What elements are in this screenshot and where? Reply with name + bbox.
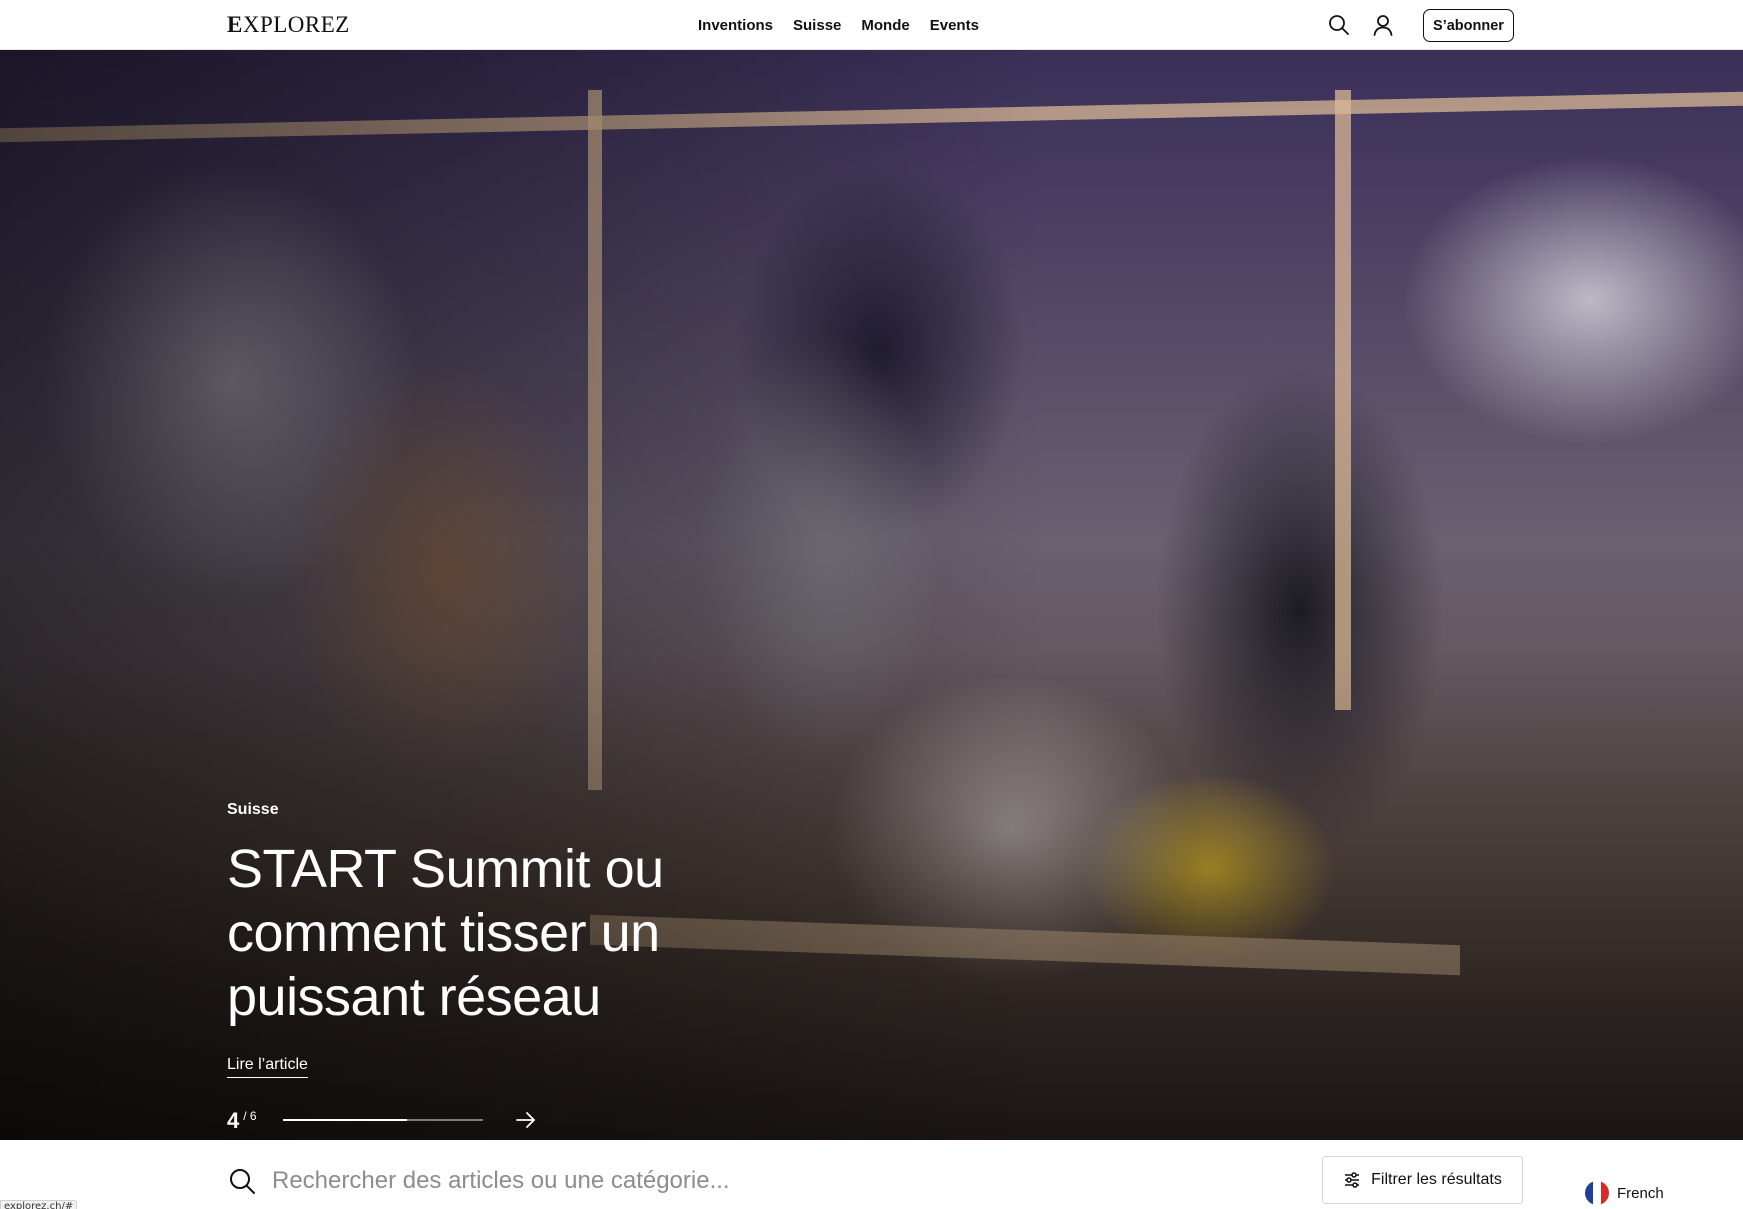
site-logo[interactable]: EXPLOREZ [227,12,350,38]
user-icon[interactable] [1371,13,1395,37]
subscribe-button[interactable]: S’abonner [1423,9,1514,42]
read-article-link[interactable]: Lire l’article [227,1056,308,1078]
site-header: EXPLOREZ Inventions Suisse Monde Events … [0,0,1743,50]
nav-item-suisse[interactable]: Suisse [793,17,841,34]
logo-initial: E [227,12,243,37]
nav-item-inventions[interactable]: Inventions [698,17,773,34]
filter-results-button[interactable]: Filtrer les résultats [1322,1156,1523,1204]
nav-item-events[interactable]: Events [930,17,979,34]
slide-progress-bar [283,1119,483,1121]
main-nav: Inventions Suisse Monde Events [698,0,979,50]
logo-text: XPLOREZ [242,12,350,37]
language-selector[interactable]: French [1585,1181,1664,1205]
hero-carousel: Suisse START Summit ou comment tisser un… [0,50,1743,1140]
french-flag-icon [1585,1181,1609,1205]
hero-category[interactable]: Suisse [227,801,279,819]
search-input[interactable] [272,1163,972,1199]
search-icon [230,1169,255,1194]
filter-results-label: Filtrer les résultats [1371,1171,1502,1188]
arrow-right-icon[interactable] [515,1109,537,1131]
slide-total: / 6 [243,1109,257,1123]
filter-sliders-icon [1345,1172,1360,1188]
hero-title[interactable]: START Summit ou comment tisser un puissa… [227,837,747,1029]
slide-progress-fill [283,1119,407,1121]
slide-current: 4 [227,1108,240,1133]
language-label: French [1617,1184,1664,1202]
slide-counter: 4/ 6 [227,1108,257,1134]
status-bar-url: explorez.ch/# [0,1200,78,1209]
nav-item-monde[interactable]: Monde [861,17,909,34]
search-icon[interactable] [1327,13,1351,37]
